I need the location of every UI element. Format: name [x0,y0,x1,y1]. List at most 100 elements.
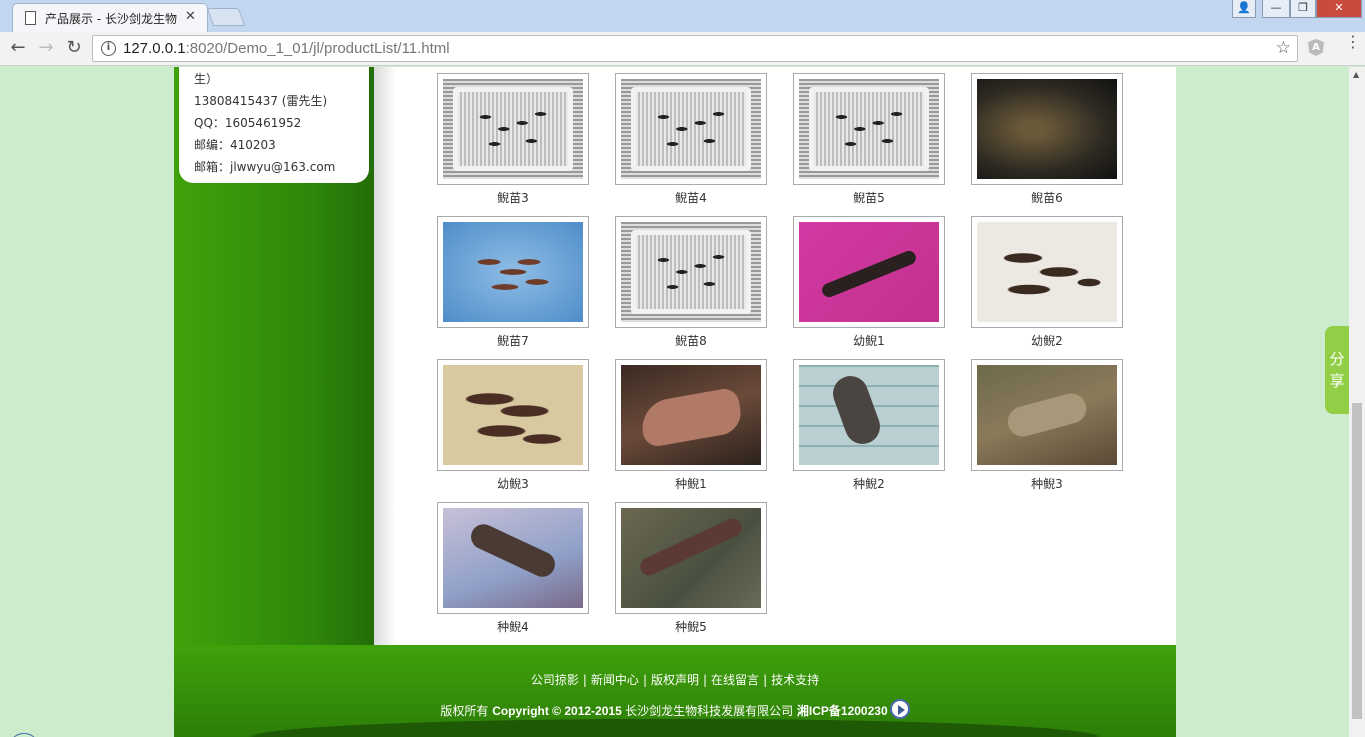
product-thumbnail[interactable] [971,216,1123,328]
close-window-button[interactable]: ✕ [1316,0,1362,18]
sidebar-shadow [374,67,396,645]
url-text: 127.0.0.1:8020/Demo_1_01/jl/productList/… [123,40,450,57]
product-thumbnail[interactable] [437,502,589,614]
scroll-thumb[interactable] [1352,403,1362,719]
contact-phone: 13808415437 (雷先生) [194,94,328,108]
product-caption[interactable]: 鲵苗3 [437,189,589,206]
footer-separator: | [642,673,647,687]
product-image[interactable] [621,508,761,608]
contact-box: 生） 13808415437 (雷先生) QQ：1605461952 邮编：41… [179,67,369,183]
copyright-prefix: 版权所有 [440,704,493,718]
product-image[interactable] [621,365,761,465]
page-container: 生） 13808415437 (雷先生) QQ：1605461952 邮编：41… [174,67,1176,737]
product-image[interactable] [443,79,583,179]
product-thumbnail[interactable] [615,359,767,471]
product-image[interactable] [799,79,939,179]
browser-tab[interactable]: 产品展示 - 长沙剑龙生物 ✕ [12,3,208,32]
product-caption[interactable]: 幼鲵3 [437,475,589,492]
forward-arrow-icon[interactable]: → [34,36,58,60]
page-viewport: 生） 13808415437 (雷先生) QQ：1605461952 邮编：41… [0,67,1349,737]
footer-link-copyright[interactable]: 版权声明 [651,673,699,687]
product-image[interactable] [443,365,583,465]
footer: 公司掠影 | 新闻中心 | 版权声明 | 在线留言 | 技术支持 版权所有 Copyright … [174,645,1176,737]
product-image[interactable] [799,222,939,322]
product-thumbnail[interactable] [615,502,767,614]
product-item[interactable]: 鲵苗3 [437,73,589,206]
footer-link-company[interactable]: 公司掠影 [531,673,579,687]
product-caption[interactable]: 鲵苗6 [971,189,1123,206]
product-image[interactable] [977,365,1117,465]
copyright-company: 长沙剑龙生物科技发展有限公司 [625,704,797,718]
vertical-scrollbar[interactable]: ▲ [1349,67,1365,737]
product-thumbnail[interactable] [793,359,945,471]
product-thumbnail[interactable] [437,216,589,328]
minimize-button[interactable]: — [1262,0,1290,18]
info-icon[interactable]: i [101,41,116,56]
product-item[interactable]: 种鲵5 [615,502,767,635]
product-image[interactable] [621,79,761,179]
product-thumbnail[interactable] [971,73,1123,185]
product-item[interactable]: 幼鲵3 [437,359,589,492]
profile-icon[interactable]: 👤 [1232,0,1256,18]
footer-links: 公司掠影 | 新闻中心 | 版权声明 | 在线留言 | 技术支持 [174,671,1176,688]
product-image[interactable] [977,79,1117,179]
product-thumbnail[interactable] [793,216,945,328]
tab-close-icon[interactable]: ✕ [185,9,196,24]
contact-line: 生） [194,72,219,86]
product-caption[interactable]: 幼鲵2 [971,332,1123,349]
product-item[interactable]: 鲵苗5 [793,73,945,206]
angular-extension-icon[interactable]: A [1308,39,1324,56]
product-thumbnail[interactable] [437,359,589,471]
product-item[interactable]: 种鲵3 [971,359,1123,492]
share-label: 享 [1329,372,1345,390]
new-tab-button[interactable] [206,8,246,26]
product-caption[interactable]: 种鲵1 [615,475,767,492]
product-item[interactable]: 种鲵4 [437,502,589,635]
product-item[interactable]: 种鲵2 [793,359,945,492]
sidebar: 生） 13808415437 (雷先生) QQ：1605461952 邮编：41… [174,67,374,645]
menu-dots-icon[interactable]: ⋮ [1345,34,1361,50]
product-caption[interactable]: 种鲵5 [615,618,767,635]
address-bar[interactable]: i 127.0.0.1:8020/Demo_1_01/jl/productLis… [92,35,1298,62]
product-caption[interactable]: 幼鲵1 [793,332,945,349]
tab-strip: 产品展示 - 长沙剑龙生物 ✕ 👤 — ❐ ✕ [0,0,1365,32]
restore-button[interactable]: ❐ [1290,0,1316,18]
play-icon[interactable] [889,699,910,719]
back-arrow-icon[interactable]: ← [6,36,30,60]
product-item[interactable]: 鲵苗7 [437,216,589,349]
product-item[interactable]: 种鲵1 [615,359,767,492]
product-caption[interactable]: 鲵苗5 [793,189,945,206]
product-caption[interactable]: 种鲵4 [437,618,589,635]
product-caption[interactable]: 鲵苗7 [437,332,589,349]
product-caption[interactable]: 种鲵3 [971,475,1123,492]
browser-toolbar: ← → ↻ i 127.0.0.1:8020/Demo_1_01/jl/prod… [0,32,1365,66]
product-image[interactable] [443,508,583,608]
product-thumbnail[interactable] [437,73,589,185]
product-thumbnail[interactable] [615,73,767,185]
footer-link-support[interactable]: 技术支持 [771,673,819,687]
product-thumbnail[interactable] [971,359,1123,471]
reload-icon[interactable]: ↻ [62,36,86,60]
contact-qq: QQ：1605461952 [194,116,302,130]
scroll-up-arrow-icon[interactable]: ▲ [1353,70,1359,79]
product-item[interactable]: 幼鲵1 [793,216,945,349]
product-thumbnail[interactable] [615,216,767,328]
product-caption[interactable]: 鲵苗8 [615,332,767,349]
contact-email: 邮箱：jlwwyu@163.com [194,160,336,174]
product-caption[interactable]: 种鲵2 [793,475,945,492]
product-item[interactable]: 幼鲵2 [971,216,1123,349]
product-image[interactable] [977,222,1117,322]
bookmark-star-icon[interactable]: ☆ [1276,38,1291,58]
share-tab[interactable]: 分享 [1325,326,1349,414]
share-label: 分 [1329,350,1345,368]
product-item[interactable]: 鲵苗8 [615,216,767,349]
product-item[interactable]: 鲵苗4 [615,73,767,206]
product-image[interactable] [799,365,939,465]
footer-link-news[interactable]: 新闻中心 [591,673,639,687]
product-caption[interactable]: 鲵苗4 [615,189,767,206]
product-item[interactable]: 鲵苗6 [971,73,1123,206]
product-image[interactable] [621,222,761,322]
product-image[interactable] [443,222,583,322]
footer-link-message[interactable]: 在线留言 [711,673,759,687]
product-thumbnail[interactable] [793,73,945,185]
